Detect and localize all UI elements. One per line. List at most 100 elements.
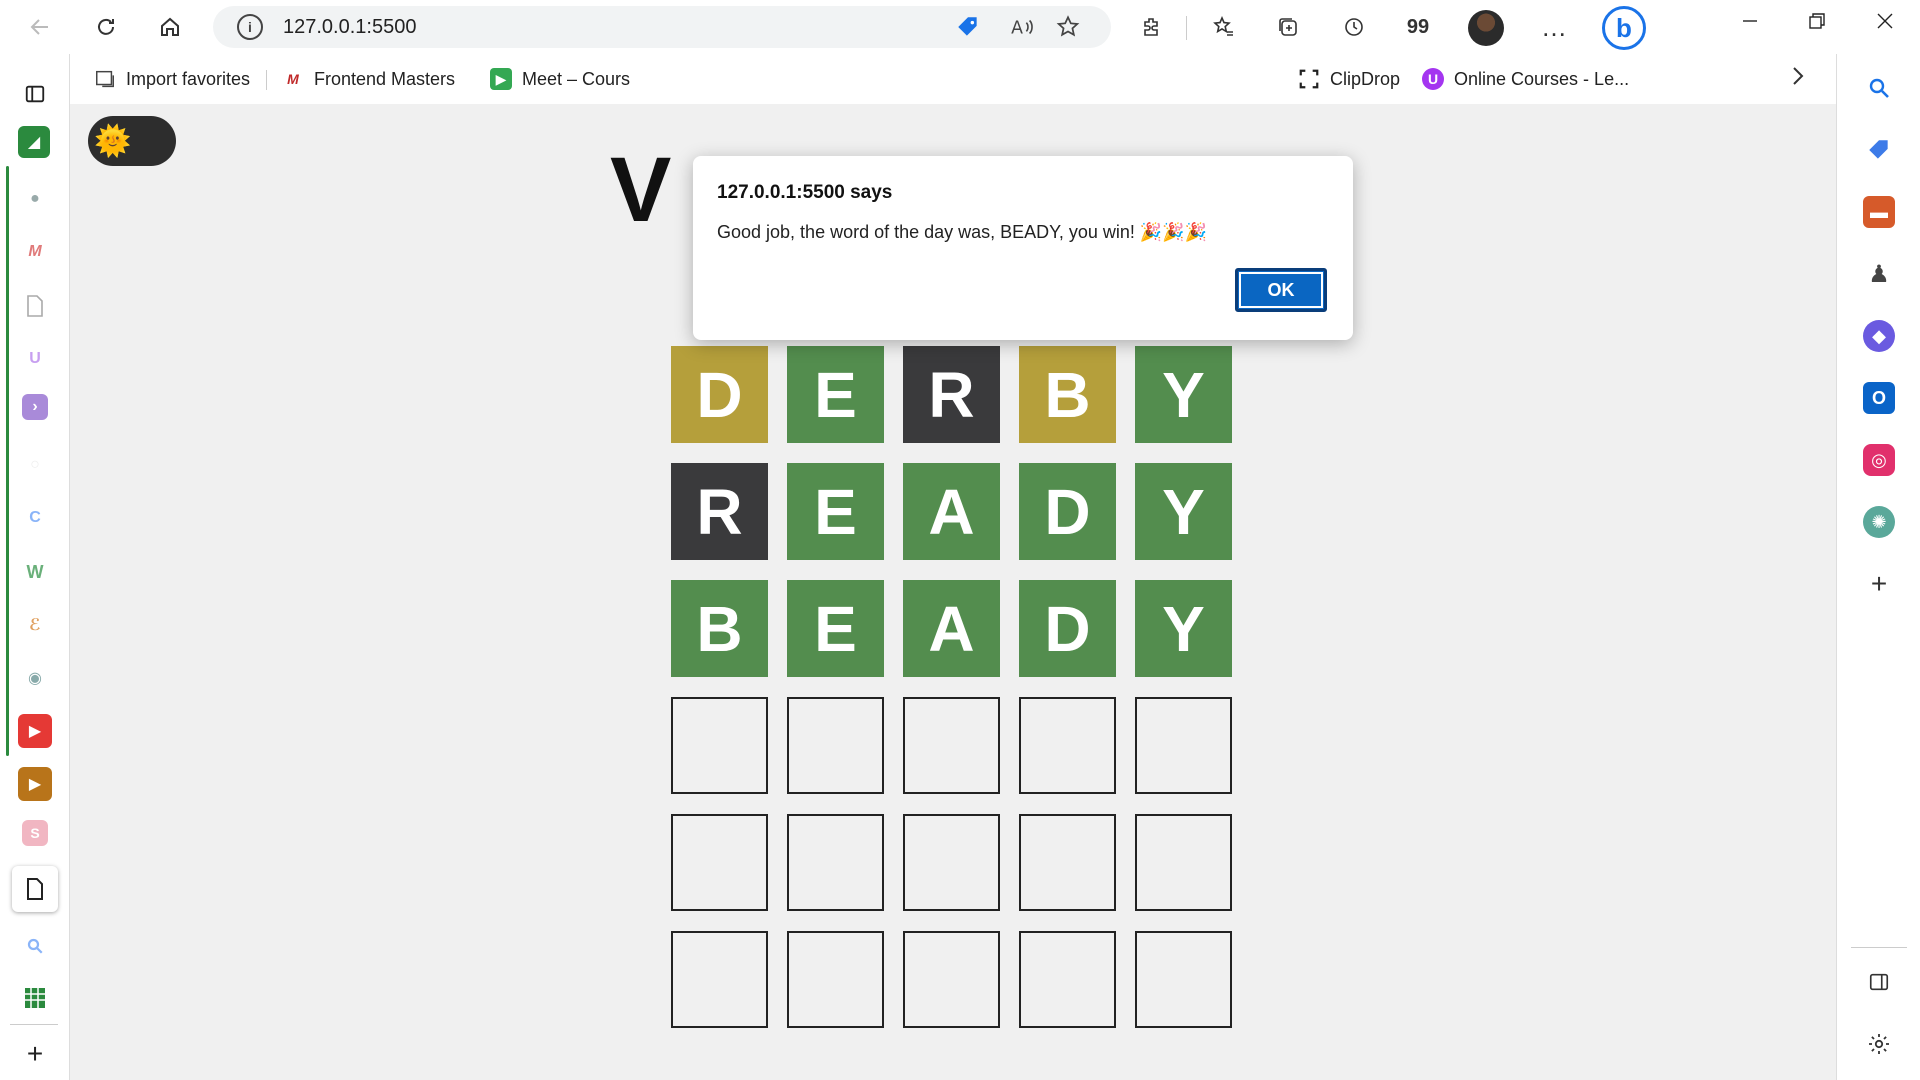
sidebar-chatgpt-icon[interactable]: ✺ [1863, 506, 1895, 538]
restore-icon[interactable] [1797, 10, 1837, 36]
back-arrow-icon[interactable] [20, 7, 60, 47]
board-row [671, 697, 1238, 794]
tile-correct: Y [1135, 580, 1232, 677]
board-row: BEADY [671, 580, 1238, 677]
tile-empty [671, 814, 768, 911]
udemy-icon: U [1422, 68, 1444, 90]
tile-empty [903, 697, 1000, 794]
svg-text:A: A [1011, 19, 1023, 39]
sidebar-tools-icon[interactable]: ▬ [1863, 196, 1895, 228]
tile-present: D [671, 346, 768, 443]
tile-correct: Y [1135, 463, 1232, 560]
favorite-frontend-masters[interactable]: M Frontend Masters [270, 61, 467, 97]
tab-youtube-orange-icon[interactable]: ▶ [18, 767, 52, 801]
tab-globe-icon[interactable]: ● [17, 181, 53, 217]
tab-s-icon[interactable]: S [22, 820, 48, 846]
tile-empty [671, 931, 768, 1028]
tab-green-app-icon[interactable]: ◢ [18, 126, 50, 158]
vertical-tabs-sidebar: ◢ ● M U › ○ C W ℰ ◉ ▶ ▶ S + [0, 54, 70, 1080]
extensions-icon[interactable] [1132, 7, 1172, 47]
read-aloud-icon[interactable]: A [1009, 14, 1035, 46]
tile-absent: R [903, 346, 1000, 443]
tab-active-document-icon[interactable] [12, 866, 58, 912]
tab-ux-icon[interactable]: ◉ [17, 660, 53, 696]
sidebar-add-icon[interactable]: + [1863, 568, 1895, 600]
tile-correct: E [787, 346, 884, 443]
tab-frontend-masters-icon[interactable]: M [17, 234, 53, 270]
tab-c-icon[interactable]: C [17, 500, 53, 536]
minimize-icon[interactable] [1730, 10, 1770, 36]
favorites-icon[interactable] [1204, 7, 1244, 47]
tile-empty [903, 814, 1000, 911]
favorite-clipdrop[interactable]: ClipDrop [1286, 61, 1412, 97]
favorite-online-courses[interactable]: U Online Courses - Le... [1410, 61, 1641, 97]
home-icon[interactable] [150, 7, 190, 47]
board-row [671, 931, 1238, 1028]
tile-empty [1019, 931, 1116, 1028]
more-options-icon[interactable]: … [1534, 7, 1574, 47]
board-row [671, 814, 1238, 911]
sidebar-outlook-icon[interactable]: O [1863, 382, 1895, 414]
add-favorite-icon[interactable] [1055, 14, 1081, 46]
address-bar[interactable]: i 127.0.0.1:5500 A [213, 6, 1111, 48]
tab-terminal-icon[interactable]: › [22, 394, 48, 420]
favorite-import[interactable]: Import favorites [82, 61, 262, 97]
chevron-right-icon[interactable] [1788, 64, 1808, 95]
url-text[interactable]: 127.0.0.1:5500 [283, 16, 416, 39]
sidebar-settings-gear-icon[interactable] [1863, 1028, 1895, 1060]
tab-github-icon[interactable]: ○ [17, 447, 53, 483]
profile-avatar[interactable] [1468, 10, 1504, 46]
tile-correct: Y [1135, 346, 1232, 443]
alert-message: Good job, the word of the day was, BEADY… [717, 222, 1208, 242]
tab-actions-icon[interactable] [17, 76, 53, 112]
alert-title: 127.0.0.1:5500 says [717, 182, 893, 203]
refresh-icon[interactable] [86, 7, 126, 47]
sidebar-search-icon[interactable] [1863, 72, 1895, 104]
tile-empty [671, 697, 768, 794]
tab-document-icon[interactable] [17, 288, 53, 324]
tile-empty [1019, 814, 1116, 911]
board-row: DERBY [671, 346, 1238, 443]
bing-copilot-icon[interactable]: b [1602, 6, 1646, 50]
sidebar-m365-icon[interactable]: ◆ [1863, 320, 1895, 352]
tile-correct: E [787, 580, 884, 677]
tile-correct: B [671, 580, 768, 677]
ok-button[interactable]: OK [1235, 268, 1327, 312]
google-meet-icon: ▶ [490, 68, 512, 90]
sidebar-instagram-icon[interactable]: ◎ [1863, 444, 1895, 476]
new-tab-plus-icon[interactable]: + [17, 1036, 53, 1072]
coupon-tag-icon[interactable] [955, 14, 981, 46]
quote-extension-icon[interactable]: 99 [1398, 7, 1438, 47]
sidebar-layout-icon[interactable] [1863, 966, 1895, 998]
tile-absent: R [671, 463, 768, 560]
close-window-icon[interactable] [1865, 10, 1905, 36]
tile-empty [787, 697, 884, 794]
alert-dialog: 127.0.0.1:5500 says Good job, the word o… [693, 156, 1353, 340]
tab-brush-icon[interactable]: ℰ [17, 607, 53, 643]
tab-udemy-icon[interactable]: U [17, 341, 53, 377]
sidebar-games-icon[interactable]: ♟ [1863, 258, 1895, 290]
tab-spreadsheet-icon[interactable] [17, 980, 53, 1016]
tile-correct: A [903, 463, 1000, 560]
tile-correct: D [1019, 580, 1116, 677]
tile-empty [903, 931, 1000, 1028]
tab-w-icon[interactable]: W [17, 554, 53, 590]
favorite-meet[interactable]: ▶ Meet – Cours [478, 61, 642, 97]
tile-correct: A [903, 580, 1000, 677]
game-board: DERBYREADYBEADY [671, 346, 1238, 1048]
history-icon[interactable] [1334, 7, 1374, 47]
tile-empty [1135, 697, 1232, 794]
collections-icon[interactable] [1268, 7, 1308, 47]
tile-empty [1019, 697, 1116, 794]
tile-correct: E [787, 463, 884, 560]
site-info-icon[interactable]: i [237, 14, 263, 40]
browser-toolbar: i 127.0.0.1:5500 A 99 … b [0, 0, 1920, 54]
theme-toggle[interactable]: 🌞 [88, 116, 176, 166]
import-icon [94, 68, 116, 90]
tab-youtube-red-icon[interactable]: ▶ [18, 714, 52, 748]
tile-empty [787, 931, 884, 1028]
tile-empty [787, 814, 884, 911]
clipdrop-icon [1298, 68, 1320, 90]
sidebar-shopping-tag-icon[interactable] [1863, 134, 1895, 166]
tab-search-icon[interactable] [17, 928, 53, 964]
